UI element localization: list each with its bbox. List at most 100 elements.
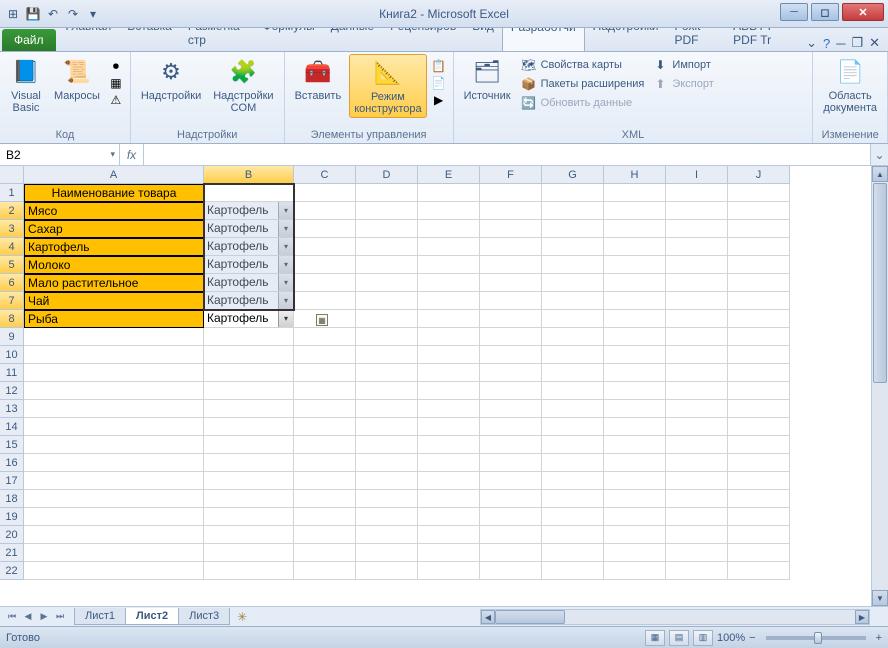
cell-I8[interactable] (666, 310, 728, 328)
cell-B22[interactable] (204, 562, 294, 580)
combobox-7[interactable]: Картофель (204, 292, 294, 310)
cell-J17[interactable] (728, 472, 790, 490)
cell-A6[interactable]: Мало растительное (24, 274, 204, 292)
export-button[interactable]: ⬆Экспорт (650, 75, 715, 93)
cell-H8[interactable] (604, 310, 666, 328)
cell-F9[interactable] (480, 328, 542, 346)
cell-D21[interactable] (356, 544, 418, 562)
cell-G14[interactable] (542, 418, 604, 436)
cell-G20[interactable] (542, 526, 604, 544)
help-icon[interactable]: ? (823, 36, 830, 51)
cell-J1[interactable] (728, 184, 790, 202)
hscroll-right-icon[interactable]: ▶ (855, 610, 869, 624)
cell-E17[interactable] (418, 472, 480, 490)
insert-control-button[interactable]: 🧰 Вставить (291, 54, 346, 104)
undo-icon[interactable]: ↶ (44, 5, 62, 23)
cell-J15[interactable] (728, 436, 790, 454)
cell-H13[interactable] (604, 400, 666, 418)
cell-D6[interactable] (356, 274, 418, 292)
cell-H21[interactable] (604, 544, 666, 562)
cell-H14[interactable] (604, 418, 666, 436)
cell-I21[interactable] (666, 544, 728, 562)
zoom-out-icon[interactable]: − (749, 632, 755, 644)
cell-B1[interactable] (204, 184, 294, 202)
col-header-F[interactable]: F (480, 166, 542, 184)
cell-E13[interactable] (418, 400, 480, 418)
cell-F5[interactable] (480, 256, 542, 274)
cell-A7[interactable]: Чай (24, 292, 204, 310)
cell-J8[interactable] (728, 310, 790, 328)
cell-G1[interactable] (542, 184, 604, 202)
combobox-2[interactable]: Картофель (204, 202, 294, 220)
row-header-21[interactable]: 21 (0, 544, 24, 562)
cell-A14[interactable] (24, 418, 204, 436)
zoom-thumb[interactable] (814, 632, 822, 644)
cell-B3[interactable]: Картофель (204, 220, 294, 238)
cell-I13[interactable] (666, 400, 728, 418)
cell-J4[interactable] (728, 238, 790, 256)
cell-A22[interactable] (24, 562, 204, 580)
cell-B8[interactable]: Картофель (204, 310, 294, 328)
cell-B7[interactable]: Картофель (204, 292, 294, 310)
cell-I15[interactable] (666, 436, 728, 454)
cell-D20[interactable] (356, 526, 418, 544)
cell-E15[interactable] (418, 436, 480, 454)
cell-H7[interactable] (604, 292, 666, 310)
cell-I18[interactable] (666, 490, 728, 508)
cell-I3[interactable] (666, 220, 728, 238)
hscroll-left-icon[interactable]: ◀ (481, 610, 495, 624)
cell-C22[interactable] (294, 562, 356, 580)
mdi-restore-icon[interactable]: ❐ (851, 35, 863, 51)
cell-J11[interactable] (728, 364, 790, 382)
cell-H1[interactable] (604, 184, 666, 202)
cell-J20[interactable] (728, 526, 790, 544)
cell-G10[interactable] (542, 346, 604, 364)
cell-D12[interactable] (356, 382, 418, 400)
cell-J3[interactable] (728, 220, 790, 238)
cell-H5[interactable] (604, 256, 666, 274)
cell-C12[interactable] (294, 382, 356, 400)
col-header-I[interactable]: I (666, 166, 728, 184)
close-button[interactable]: ✕ (842, 3, 884, 21)
row-header-4[interactable]: 4 (0, 238, 24, 256)
cell-G21[interactable] (542, 544, 604, 562)
cell-G2[interactable] (542, 202, 604, 220)
cell-B5[interactable]: Картофель (204, 256, 294, 274)
cell-H10[interactable] (604, 346, 666, 364)
cell-F2[interactable] (480, 202, 542, 220)
row-header-3[interactable]: 3 (0, 220, 24, 238)
page-layout-view-icon[interactable]: ▤ (669, 630, 689, 646)
expansion-packs-button[interactable]: 📦Пакеты расширения (519, 75, 647, 93)
select-all-corner[interactable] (0, 166, 24, 184)
minimize-button[interactable]: ─ (780, 3, 808, 21)
cell-E19[interactable] (418, 508, 480, 526)
combobox-3[interactable]: Картофель (204, 220, 294, 238)
add-sheet-icon[interactable]: ✳ (233, 610, 251, 624)
cell-H6[interactable] (604, 274, 666, 292)
vscroll-thumb[interactable] (873, 183, 887, 383)
cell-C7[interactable] (294, 292, 356, 310)
cell-E3[interactable] (418, 220, 480, 238)
sheet-tab-2[interactable]: Лист3 (178, 608, 230, 625)
hscroll-thumb[interactable] (495, 610, 565, 624)
row-header-15[interactable]: 15 (0, 436, 24, 454)
combobox-4[interactable]: Картофель (204, 238, 294, 256)
cell-C17[interactable] (294, 472, 356, 490)
page-break-view-icon[interactable]: ▥ (693, 630, 713, 646)
cell-J16[interactable] (728, 454, 790, 472)
cell-C16[interactable] (294, 454, 356, 472)
cell-G7[interactable] (542, 292, 604, 310)
row-header-14[interactable]: 14 (0, 418, 24, 436)
cell-B13[interactable] (204, 400, 294, 418)
cell-C6[interactable] (294, 274, 356, 292)
cell-H9[interactable] (604, 328, 666, 346)
relative-ref-icon[interactable]: ▦ (108, 75, 124, 91)
cell-A12[interactable] (24, 382, 204, 400)
combobox-6[interactable]: Картофель (204, 274, 294, 292)
cell-C4[interactable] (294, 238, 356, 256)
cell-F16[interactable] (480, 454, 542, 472)
cell-H18[interactable] (604, 490, 666, 508)
cell-E1[interactable] (418, 184, 480, 202)
cell-D22[interactable] (356, 562, 418, 580)
cell-C9[interactable] (294, 328, 356, 346)
